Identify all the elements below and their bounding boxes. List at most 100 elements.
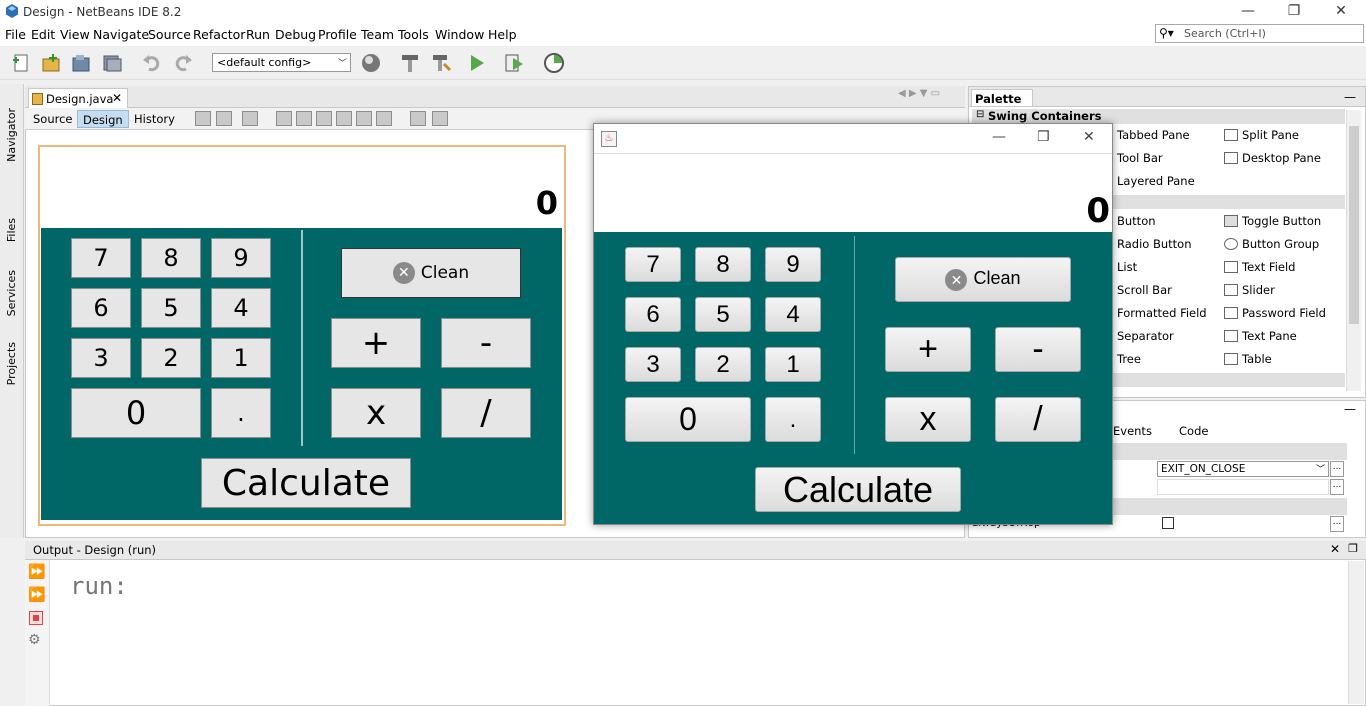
align-right-icon[interactable]	[296, 111, 312, 126]
tab-source[interactable]: Source	[28, 110, 78, 128]
minimize-properties-icon[interactable]: —	[1344, 402, 1356, 416]
palette-item-layered-pane[interactable]: Layered Pane	[1117, 174, 1195, 188]
sidebar-item-files[interactable]: Files	[5, 218, 18, 242]
palette-item-tool-bar[interactable]: Tool Bar	[1117, 151, 1163, 165]
minimize-button[interactable]: —	[1225, 0, 1271, 24]
palette-scroll-thumb[interactable]	[1349, 126, 1359, 324]
palette-item-scroll-bar[interactable]: Scroll Bar	[1117, 283, 1172, 297]
run-calculate-button[interactable]: Calculate	[755, 467, 961, 512]
design-digit-5-button[interactable]: 5	[141, 288, 201, 328]
run-digit-9-button[interactable]: 9	[765, 247, 821, 282]
default-close-ellipsis-button[interactable]: ...	[1330, 461, 1344, 477]
palette-item-password-field[interactable]: Password Field	[1242, 306, 1326, 320]
menu-window[interactable]: Window	[435, 27, 484, 42]
run-icon[interactable]	[466, 52, 488, 74]
align-left-icon[interactable]	[276, 111, 292, 126]
design-digit-7-button[interactable]: 7	[71, 238, 131, 278]
always-on-top-checkbox[interactable]	[1162, 517, 1174, 529]
file-tab-design-java[interactable]: Design.java ✕	[28, 88, 128, 108]
config-select[interactable]: <default config> ﹀	[212, 53, 351, 72]
resize-vertical-icon[interactable]	[432, 111, 448, 126]
run-digit-2-button[interactable]: 2	[695, 347, 751, 382]
new-project-icon[interactable]	[40, 52, 62, 74]
sidebar-item-projects[interactable]: Projects	[5, 342, 18, 385]
design-display[interactable]: 0	[41, 148, 562, 228]
palette-item-list[interactable]: List	[1117, 260, 1137, 274]
restore-output-icon[interactable]: ❐	[1348, 542, 1358, 555]
design-digit-9-button[interactable]: 9	[211, 238, 271, 278]
run-dot-button[interactable]: .	[765, 397, 821, 442]
menu-source[interactable]: Source	[148, 27, 191, 42]
clean-build-icon[interactable]	[430, 52, 452, 74]
center-vertical-icon[interactable]	[376, 111, 392, 126]
tab-code[interactable]: Code	[1179, 424, 1208, 438]
palette-tab[interactable]: Palette ✕	[971, 89, 1033, 120]
tab-design[interactable]: Design	[77, 110, 129, 128]
design-dot-button[interactable]: .	[211, 388, 271, 438]
menu-tools[interactable]: Tools	[398, 27, 429, 42]
sidebar-item-navigator[interactable]: Navigator	[5, 108, 18, 162]
property-ellipsis-button[interactable]: ...	[1330, 479, 1344, 495]
run-close-button[interactable]: ✕	[1083, 129, 1095, 145]
redo-icon[interactable]	[172, 52, 194, 74]
menu-help[interactable]: Help	[488, 27, 517, 42]
run-minus-button[interactable]: -	[995, 327, 1081, 372]
menu-debug[interactable]: Debug	[275, 27, 316, 42]
tab-events[interactable]: Events	[1113, 424, 1152, 438]
palette-item-split-pane[interactable]: Split Pane	[1242, 128, 1299, 142]
minimize-panel-icon[interactable]: —	[1344, 90, 1356, 104]
menu-profile[interactable]: Profile	[318, 27, 357, 42]
tab-history[interactable]: History	[129, 110, 180, 128]
stop-icon[interactable]	[29, 611, 43, 625]
run-plus-button[interactable]: +	[885, 327, 971, 372]
design-clean-button[interactable]: ✕ Clean	[341, 248, 521, 298]
open-project-icon[interactable]	[70, 52, 92, 74]
run-digit-3-button[interactable]: 3	[625, 347, 681, 382]
menu-navigate[interactable]: Navigate	[93, 27, 149, 42]
palette-scrollbar[interactable]	[1346, 110, 1361, 391]
always-on-top-ellipsis-button[interactable]: ...	[1330, 516, 1344, 532]
design-digit-2-button[interactable]: 2	[141, 338, 201, 378]
design-multiply-button[interactable]: x	[331, 388, 421, 438]
menu-refactor[interactable]: Refactor	[193, 27, 245, 42]
palette-item-toggle-button[interactable]: Toggle Button	[1242, 214, 1321, 228]
selection-mode-icon[interactable]	[195, 111, 211, 126]
run-digit-7-button[interactable]: 7	[625, 247, 681, 282]
center-horizontal-icon[interactable]	[316, 111, 332, 126]
design-digit-3-button[interactable]: 3	[71, 338, 131, 378]
palette-item-desktop-pane[interactable]: Desktop Pane	[1242, 151, 1321, 165]
rerun-with-params-icon[interactable]: ⏩	[28, 587, 45, 603]
output-scrollbar[interactable]	[1348, 561, 1364, 704]
menu-view[interactable]: View	[60, 27, 90, 42]
close-output-icon[interactable]: ✕	[1330, 542, 1340, 556]
run-digit-1-button[interactable]: 1	[765, 347, 821, 382]
run-minimize-button[interactable]: —	[992, 129, 1006, 145]
run-clean-button[interactable]: ✕ Clean	[895, 257, 1071, 302]
connection-mode-icon[interactable]	[216, 111, 232, 126]
close-tab-icon[interactable]: ✕	[112, 91, 122, 105]
align-bottom-icon[interactable]	[356, 111, 372, 126]
new-file-icon[interactable]	[10, 52, 32, 74]
globe-icon[interactable]	[360, 52, 382, 74]
output-settings-icon[interactable]: ⚙	[28, 632, 41, 648]
palette-item-tree[interactable]: Tree	[1117, 352, 1141, 366]
palette-item-text-field[interactable]: Text Field	[1242, 260, 1295, 274]
menu-edit[interactable]: Edit	[31, 27, 55, 42]
save-all-icon[interactable]	[101, 52, 123, 74]
run-display[interactable]: 0	[595, 155, 1112, 232]
palette-section-swing-containers[interactable]: ⊟ Swing Containers	[972, 109, 1345, 124]
align-top-icon[interactable]	[336, 111, 352, 126]
design-calculate-button[interactable]: Calculate	[201, 458, 411, 508]
sidebar-item-services[interactable]: Services	[5, 270, 18, 316]
palette-item-formatted-field[interactable]: Formatted Field	[1117, 306, 1207, 320]
debug-icon[interactable]	[503, 52, 525, 74]
palette-item-slider[interactable]: Slider	[1242, 283, 1275, 297]
run-divide-button[interactable]: /	[995, 397, 1081, 442]
menu-file[interactable]: File	[5, 27, 26, 42]
run-digit-5-button[interactable]: 5	[695, 297, 751, 332]
close-window-button[interactable]: ✕	[1318, 0, 1364, 24]
palette-item-button[interactable]: Button	[1117, 214, 1156, 228]
rerun-icon[interactable]: ⏩	[28, 564, 45, 580]
design-plus-button[interactable]: +	[331, 318, 421, 368]
preview-design-icon[interactable]	[242, 111, 258, 126]
